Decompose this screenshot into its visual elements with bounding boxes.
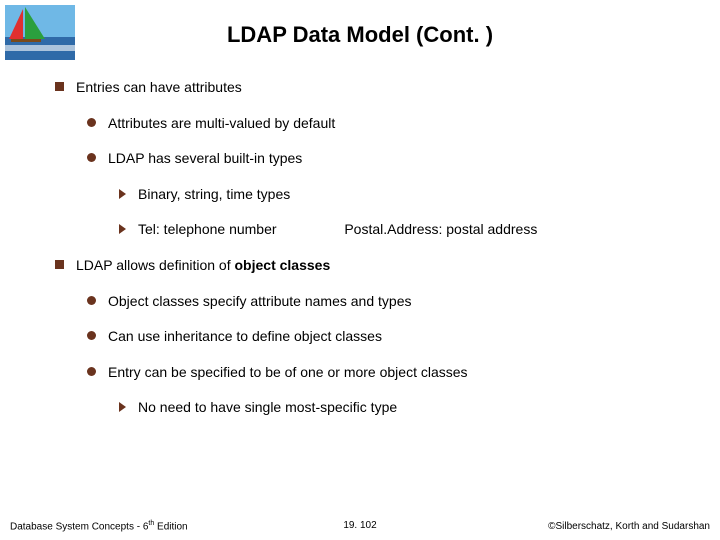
logo-image: [5, 5, 75, 60]
bullet-lvl2: LDAP has several built-in types: [87, 149, 690, 169]
triangle-bullet-icon: [119, 224, 126, 234]
bullet-text: Tel: telephone number Postal.Address: po…: [138, 220, 690, 240]
bullet-lvl2: Entry can be specified to be of one or m…: [87, 363, 690, 383]
text-span: LDAP allows definition of: [76, 257, 235, 273]
bullet-text: Entries can have attributes: [76, 78, 690, 98]
square-bullet-icon: [55, 82, 64, 91]
square-bullet-icon: [55, 260, 64, 269]
footer-text: Edition: [154, 521, 187, 532]
disc-bullet-icon: [87, 118, 96, 127]
disc-bullet-icon: [87, 331, 96, 340]
text-span: Postal.Address: postal address: [344, 221, 537, 237]
text-span: Tel: telephone number: [138, 221, 277, 237]
bullet-text: LDAP allows definition of object classes: [76, 256, 690, 276]
bullet-text: Can use inheritance to define object cla…: [108, 327, 690, 347]
slide-title: LDAP Data Model (Cont. ): [0, 0, 720, 58]
triangle-bullet-icon: [119, 402, 126, 412]
bullet-lvl2: Can use inheritance to define object cla…: [87, 327, 690, 347]
disc-bullet-icon: [87, 296, 96, 305]
footer-center: 19. 102: [343, 520, 376, 531]
bullet-text: Object classes specify attribute names a…: [108, 292, 690, 312]
bullet-lvl2: Object classes specify attribute names a…: [87, 292, 690, 312]
footer-text: Database System Concepts - 6: [10, 521, 148, 532]
bullet-text: Attributes are multi-valued by default: [108, 114, 690, 134]
bullet-lvl3: No need to have single most-specific typ…: [119, 398, 690, 418]
bullet-text: LDAP has several built-in types: [108, 149, 690, 169]
bullet-text: Entry can be specified to be of one or m…: [108, 363, 690, 383]
bullet-text: Binary, string, time types: [138, 185, 690, 205]
bullet-lvl1: LDAP allows definition of object classes: [55, 256, 690, 276]
slide-footer: Database System Concepts - 6th Edition 1…: [0, 520, 720, 532]
bullet-lvl1: Entries can have attributes: [55, 78, 690, 98]
triangle-bullet-icon: [119, 189, 126, 199]
disc-bullet-icon: [87, 153, 96, 162]
bullet-lvl2: Attributes are multi-valued by default: [87, 114, 690, 134]
disc-bullet-icon: [87, 367, 96, 376]
sailboat-icon: [5, 5, 75, 60]
footer-right: ©Silberschatz, Korth and Sudarshan: [548, 521, 710, 532]
bullet-text: No need to have single most-specific typ…: [138, 398, 690, 418]
footer-left: Database System Concepts - 6th Edition: [10, 520, 188, 532]
bold-term: object classes: [235, 257, 331, 273]
bullet-lvl3: Tel: telephone number Postal.Address: po…: [119, 220, 690, 240]
bullet-lvl3: Binary, string, time types: [119, 185, 690, 205]
slide-content: Entries can have attributes Attributes a…: [0, 58, 720, 418]
